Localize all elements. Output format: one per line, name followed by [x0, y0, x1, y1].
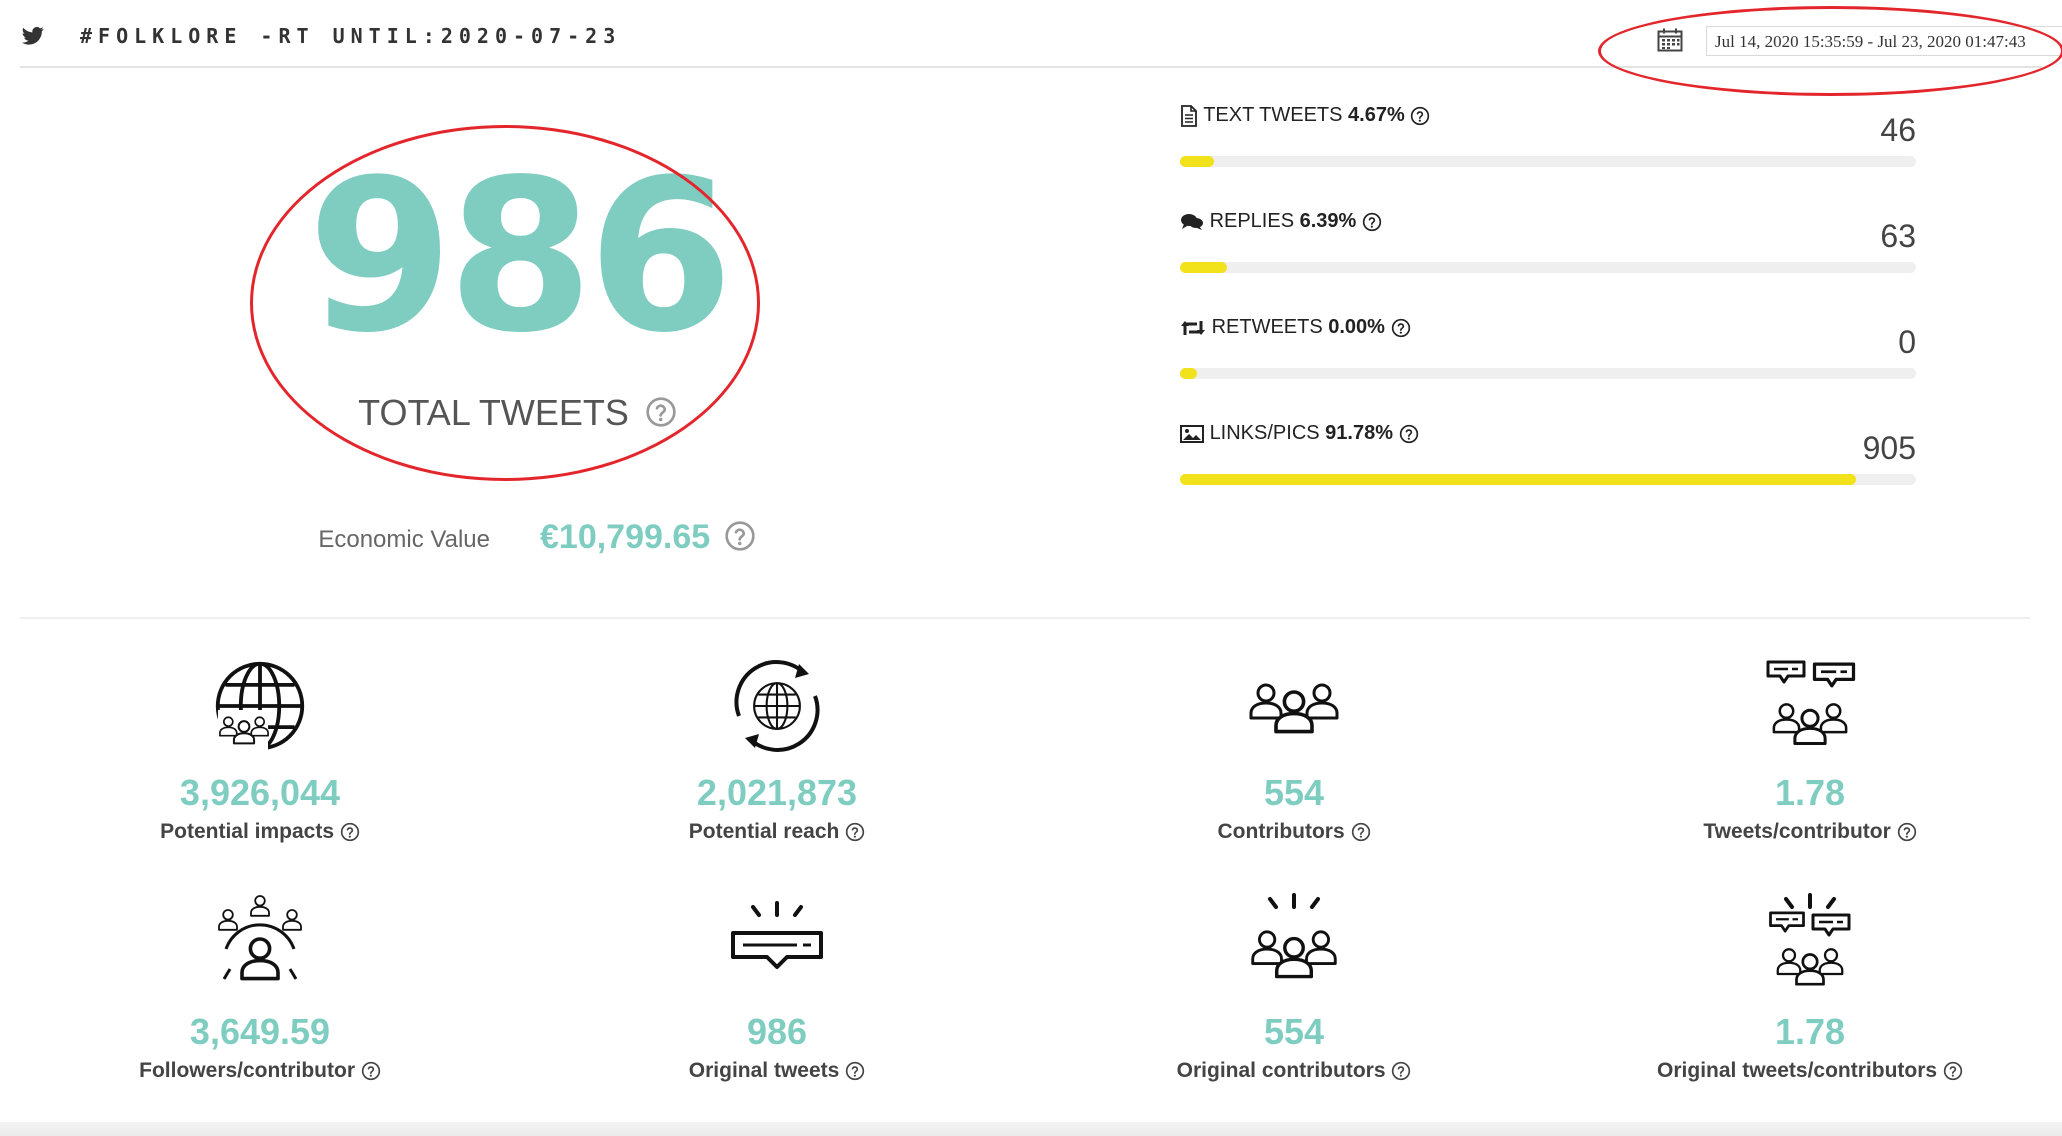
bar-percent: 4.67% — [1348, 104, 1405, 126]
globe-refresh-icon — [734, 660, 820, 752]
economic-value-text: €10,799.65 — [540, 518, 711, 556]
stat-original-contributors: 554 Original contributors — [1084, 893, 1504, 1083]
stat-potential-reach: 2,021,873 Potential reach — [567, 654, 987, 844]
stat-label: Followers/contributor — [139, 1059, 355, 1082]
bar-links-pics: LINKS/PICS 91.78% 905 — [1180, 422, 1916, 502]
help-icon[interactable] — [1410, 106, 1430, 126]
stat-value: 554 — [1263, 772, 1325, 813]
help-icon[interactable] — [340, 822, 360, 842]
economic-value-label: Economic Value — [318, 526, 490, 553]
stat-contributors: 554 Contributors — [1084, 654, 1504, 844]
bar-label-text: TEXT TWEETS — [1203, 104, 1343, 126]
help-icon[interactable] — [724, 520, 756, 552]
stat-original-tweets: 986 Original tweets — [567, 893, 987, 1083]
stat-tweets-per-contributor: 1.78 Tweets/contributor — [1600, 654, 2020, 844]
bar-percent: 0.00% — [1328, 316, 1385, 338]
page-bottom-edge — [0, 1122, 2062, 1136]
page-header: #FOLKLORE -RT UNTIL:2020-07-23 Jul 14, 2… — [20, 0, 2062, 68]
stat-label: Original contributors — [1176, 1059, 1386, 1082]
stat-label: Original tweets — [688, 1059, 840, 1082]
help-icon[interactable] — [1399, 424, 1419, 444]
total-tweets-value: 986 — [307, 134, 733, 379]
bar-percent: 91.78% — [1325, 422, 1394, 444]
help-icon[interactable] — [1391, 1061, 1411, 1081]
help-icon[interactable] — [1943, 1061, 1963, 1081]
stat-followers-per-contributor: 3,649.59 Followers/contributor — [50, 893, 470, 1083]
stat-label: Original tweets/contributors — [1657, 1059, 1938, 1082]
total-tweets-label-text: TOTAL TWEETS — [358, 392, 629, 433]
bar-fill — [1180, 262, 1228, 273]
globe-people-icon — [215, 661, 305, 754]
stat-label: Potential reach — [688, 820, 840, 843]
group-spark-icon — [1242, 893, 1346, 997]
bar-track — [1180, 368, 1916, 379]
twitter-icon — [22, 26, 44, 45]
stat-value: 3,926,044 — [179, 772, 341, 813]
bar-replies: REPLIES 6.39% 63 — [1180, 210, 1916, 290]
message-spark-icon — [731, 901, 823, 969]
group-chat-spark-icon — [1769, 893, 1851, 997]
stat-value: 1.78 — [1774, 772, 1846, 813]
stat-value: 3,649.59 — [189, 1011, 331, 1052]
help-icon[interactable] — [645, 396, 677, 428]
bar-label-text: REPLIES — [1209, 210, 1295, 232]
bar-track — [1180, 262, 1916, 273]
bar-retweets: RETWEETS 0.00% 0 — [1180, 316, 1916, 396]
calendar-icon[interactable] — [1657, 28, 1683, 52]
economic-value: €10,799.65 — [540, 518, 756, 557]
retweet-icon — [1181, 320, 1205, 335]
help-icon[interactable] — [1391, 318, 1411, 338]
total-tweets-label: TOTAL TWEETS — [255, 392, 780, 434]
document-icon — [1181, 104, 1197, 127]
stat-value: 986 — [746, 1011, 808, 1052]
help-icon[interactable] — [361, 1061, 381, 1081]
bar-track — [1180, 474, 1916, 485]
stat-label: Contributors — [1217, 820, 1345, 843]
page-title: #FOLKLORE -RT UNTIL:2020-07-23 — [80, 24, 622, 48]
help-icon[interactable] — [1351, 822, 1371, 842]
bar-track — [1180, 156, 1916, 167]
help-icon[interactable] — [1362, 212, 1382, 232]
bar-count: 0 — [1898, 324, 1916, 360]
bar-fill — [1180, 156, 1215, 167]
image-icon — [1180, 424, 1204, 443]
stat-value: 554 — [1263, 1011, 1325, 1052]
stat-label: Tweets/contributor — [1703, 820, 1891, 843]
group-icon — [1242, 654, 1346, 758]
stat-label: Potential impacts — [160, 820, 335, 843]
bar-count: 46 — [1880, 112, 1916, 148]
bar-count: 63 — [1880, 218, 1916, 254]
bar-text-tweets: TEXT TWEETS 4.67% 46 — [1180, 104, 1916, 184]
stat-value: 1.78 — [1774, 1011, 1846, 1052]
chat-bubbles-icon — [1181, 213, 1203, 230]
date-range-input[interactable]: Jul 14, 2020 15:35:59 - Jul 23, 2020 01:… — [1706, 26, 2062, 56]
bar-percent: 6.39% — [1299, 210, 1357, 232]
help-icon[interactable] — [845, 822, 865, 842]
bar-fill — [1180, 474, 1856, 485]
stat-value: 2,021,873 — [696, 772, 858, 813]
group-chat-icon — [1766, 660, 1856, 758]
bar-count: 905 — [1862, 430, 1916, 466]
bar-label-text: RETWEETS — [1211, 316, 1323, 338]
bar-fill — [1180, 368, 1197, 379]
help-icon[interactable] — [1897, 822, 1917, 842]
network-people-icon — [218, 895, 302, 981]
stat-original-tweets-per-contributor: 1.78 Original tweets/contributors — [1600, 893, 2020, 1083]
bar-label-text: LINKS/PICS — [1209, 422, 1320, 444]
section-divider — [20, 617, 2030, 619]
stat-potential-impacts: 3,926,044 Potential impacts — [50, 654, 470, 844]
help-icon[interactable] — [845, 1061, 865, 1081]
